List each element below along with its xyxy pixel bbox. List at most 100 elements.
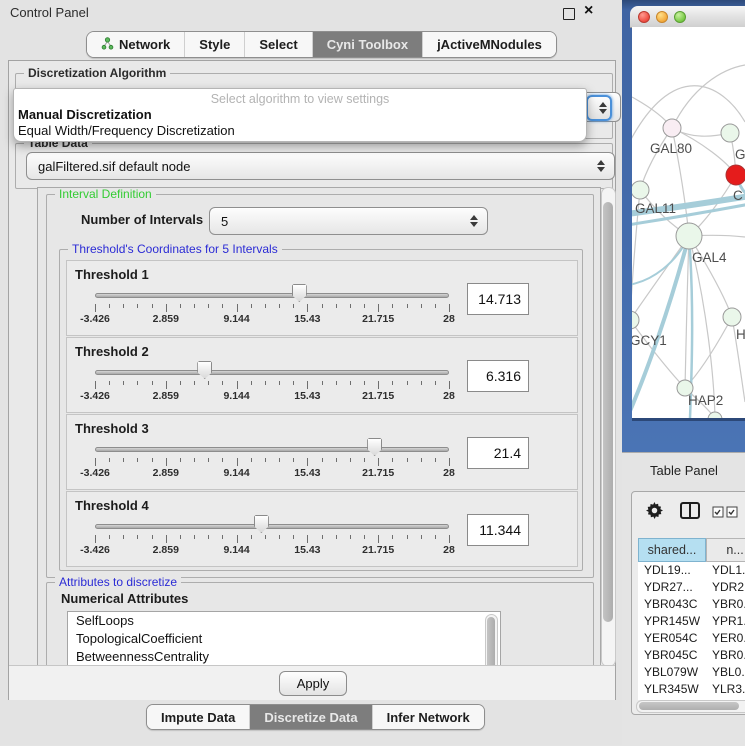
minor-tick xyxy=(152,458,153,462)
minimize-traffic-light-icon[interactable] xyxy=(656,11,668,23)
network-node[interactable] xyxy=(632,181,649,199)
settings-scrollbar[interactable] xyxy=(601,187,616,667)
minor-tick xyxy=(279,304,280,308)
tick-label: 2.859 xyxy=(153,467,179,479)
threshold-slider-thumb[interactable] xyxy=(254,515,269,533)
minor-tick xyxy=(123,458,124,462)
threshold-slider-thumb[interactable] xyxy=(367,438,382,456)
tab-discretize-data[interactable]: Discretize Data xyxy=(250,705,372,729)
major-tick xyxy=(166,304,167,312)
algorithm-combobox-button[interactable] xyxy=(586,95,612,121)
threshold-slider-thumb[interactable] xyxy=(292,284,307,302)
minor-tick xyxy=(293,381,294,385)
network-window-frame: GAL80GACGAL11GAL4GCY1HHAP2 xyxy=(622,0,745,452)
minor-tick xyxy=(265,458,266,462)
attribute-item[interactable]: SelfLoops xyxy=(68,612,500,630)
network-node[interactable] xyxy=(721,124,739,142)
num-intervals-combobox[interactable]: 5 xyxy=(209,207,488,235)
attribute-item[interactable]: BetweennessCentrality xyxy=(68,648,500,666)
node-label: H xyxy=(736,327,745,342)
table-row[interactable]: YER054CYER0... xyxy=(638,630,745,647)
table-row[interactable]: YBL079WYBL0... xyxy=(638,664,745,681)
minor-tick xyxy=(251,381,252,385)
tick-label: 21.715 xyxy=(362,390,394,402)
table-horizontal-scrollbar[interactable] xyxy=(636,700,745,713)
table-row[interactable]: YDR27...YDR2... xyxy=(638,579,745,596)
attributes-scrollbar-thumb[interactable] xyxy=(487,617,495,667)
table-data-combobox[interactable]: galFiltered.sif default node xyxy=(26,152,615,180)
tab-label: Network xyxy=(119,37,170,52)
table-cell: YPR1... xyxy=(706,613,745,630)
threshold-value-field[interactable]: 11.344 xyxy=(467,514,529,546)
minor-tick xyxy=(407,535,408,539)
algorithm-group-label: Discretization Algorithm xyxy=(24,66,170,80)
minor-tick xyxy=(421,304,422,308)
major-tick xyxy=(307,304,308,312)
network-node[interactable] xyxy=(632,311,639,329)
network-node[interactable] xyxy=(676,223,702,249)
table-row[interactable]: YBR043CYBR0... xyxy=(638,596,745,613)
threshold-value-field[interactable]: 6.316 xyxy=(467,360,529,392)
tab-infer-network[interactable]: Infer Network xyxy=(373,705,484,729)
tab-jactivemnodules[interactable]: jActiveMNodules xyxy=(423,32,556,57)
tab-style[interactable]: Style xyxy=(185,32,245,57)
control-panel-titlebar: Control Panel × xyxy=(0,0,622,26)
float-window-icon[interactable] xyxy=(563,8,575,20)
split-columns-icon[interactable] xyxy=(680,502,700,524)
threshold-slider-thumb[interactable] xyxy=(197,361,212,379)
tab-select[interactable]: Select xyxy=(245,32,312,57)
zoom-traffic-light-icon[interactable] xyxy=(674,11,686,23)
tab-impute-data[interactable]: Impute Data xyxy=(147,705,250,729)
threshold-value-field[interactable]: 14.713 xyxy=(467,283,529,315)
table-panel-region: Table Panel shared...n... YDL19...YDL1..… xyxy=(622,452,745,746)
minor-tick xyxy=(109,304,110,308)
minor-tick xyxy=(194,304,195,308)
network-node[interactable] xyxy=(726,165,745,185)
table-row[interactable]: YLR345WYLR3... xyxy=(638,681,745,698)
network-window-titlebar[interactable] xyxy=(630,6,745,28)
algorithm-option-manual[interactable]: Manual Discretization xyxy=(16,107,578,122)
tick-label: 28 xyxy=(443,313,455,325)
attributes-group-label: Attributes to discretize xyxy=(55,575,181,589)
settings-viewport: Interval Definition Number of Intervals … xyxy=(37,187,601,667)
minor-tick xyxy=(435,458,436,462)
threshold-slider-track[interactable] xyxy=(95,370,449,375)
threshold-slider-track[interactable] xyxy=(95,524,449,529)
tick-label: 15.43 xyxy=(294,390,320,402)
major-tick xyxy=(237,535,238,543)
table-row[interactable]: YDL19...YDL1... xyxy=(638,562,745,579)
network-graph: GAL80GACGAL11GAL4GCY1HHAP2 xyxy=(632,27,745,418)
threshold-slider-track[interactable] xyxy=(95,447,449,452)
network-node[interactable] xyxy=(723,308,741,326)
attributes-list-scrollbar[interactable] xyxy=(485,614,498,667)
minor-tick xyxy=(123,535,124,539)
table-settings-gear-icon[interactable] xyxy=(646,502,663,524)
settings-scrollbar-thumb[interactable] xyxy=(603,202,613,622)
tab-cyni-toolbox[interactable]: Cyni Toolbox xyxy=(313,32,423,57)
table-cell: YBR043C xyxy=(638,596,706,613)
network-canvas[interactable]: GAL80GACGAL11GAL4GCY1HHAP2 xyxy=(632,27,745,421)
apply-button[interactable]: Apply xyxy=(279,671,347,696)
minor-tick xyxy=(222,304,223,308)
table-hscrollbar-thumb[interactable] xyxy=(639,702,739,710)
table-row[interactable]: YBR045CYBR0... xyxy=(638,647,745,664)
column-header-0[interactable]: shared... xyxy=(638,538,706,562)
select-columns-checkboxes-icon[interactable] xyxy=(712,505,738,523)
column-header-1[interactable]: n... xyxy=(706,538,745,562)
algorithm-option-equal-width[interactable]: Equal Width/Frequency Discretization xyxy=(16,123,578,138)
tab-network[interactable]: Network xyxy=(87,32,185,57)
algorithm-placeholder-item[interactable]: Select algorithm to view settings xyxy=(14,92,586,106)
close-icon[interactable]: × xyxy=(584,2,593,20)
table-row[interactable]: YPR145WYPR1... xyxy=(638,613,745,630)
combo-up-arrow-icon xyxy=(597,160,605,165)
attribute-item[interactable]: TopologicalCoefficient xyxy=(68,630,500,648)
minor-tick xyxy=(336,535,337,539)
numerical-attributes-list[interactable]: SelfLoopsTopologicalCoefficientBetweenne… xyxy=(67,611,501,667)
threshold-slider-track[interactable] xyxy=(95,293,449,298)
close-traffic-light-icon[interactable] xyxy=(638,11,650,23)
network-node[interactable] xyxy=(663,119,681,137)
table-data-group: Table Data galFiltered.sif default node xyxy=(15,143,613,189)
minor-tick xyxy=(279,458,280,462)
threshold-value-field[interactable]: 21.4 xyxy=(467,437,529,469)
table-cell: YBR0... xyxy=(706,647,745,664)
